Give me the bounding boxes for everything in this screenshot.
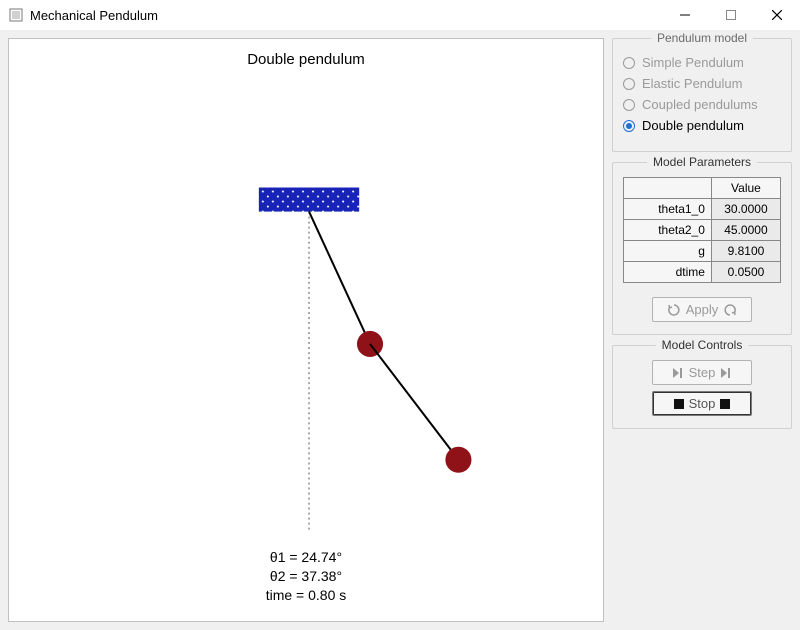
readout-time: time = 0.80 s (9, 586, 603, 605)
refresh-icon (723, 303, 737, 317)
close-button[interactable] (754, 0, 800, 30)
radio-label: Simple Pendulum (642, 55, 744, 70)
param-value[interactable]: 9.8100 (711, 241, 780, 262)
table-row: theta1_0 30.0000 (624, 199, 781, 220)
radio-label: Coupled pendulums (642, 97, 758, 112)
stop-button[interactable]: Stop (652, 391, 752, 416)
step-forward-icon (720, 367, 732, 379)
radio-double-pendulum[interactable]: Double pendulum (623, 118, 781, 133)
table-corner (624, 178, 712, 199)
model-group-legend: Pendulum model (651, 31, 753, 45)
parameters-group: Model Parameters Value theta1_0 30.0000 … (612, 162, 792, 335)
radio-label: Double pendulum (642, 118, 744, 133)
radio-icon (623, 120, 635, 132)
stop-icon (674, 399, 684, 409)
controls-group: Model Controls Step Stop (612, 345, 792, 429)
radio-icon (623, 57, 635, 69)
param-value[interactable]: 45.0000 (711, 220, 780, 241)
radio-icon (623, 78, 635, 90)
window-title: Mechanical Pendulum (30, 8, 158, 23)
parameters-table: Value theta1_0 30.0000 theta2_0 45.0000 … (623, 177, 781, 283)
table-header-value: Value (711, 178, 780, 199)
apply-button[interactable]: Apply (652, 297, 752, 322)
model-group: Pendulum model Simple Pendulum Elastic P… (612, 38, 792, 152)
maximize-button[interactable] (708, 0, 754, 30)
apply-label: Apply (686, 302, 719, 317)
parameters-legend: Model Parameters (647, 155, 757, 169)
titlebar: Mechanical Pendulum (0, 0, 800, 30)
radio-icon (623, 99, 635, 111)
param-value[interactable]: 30.0000 (711, 199, 780, 220)
radio-elastic-pendulum[interactable]: Elastic Pendulum (623, 76, 781, 91)
canvas-title: Double pendulum (9, 51, 603, 68)
refresh-icon (667, 303, 681, 317)
readout: θ1 = 24.74° θ2 = 37.38° time = 0.80 s (9, 548, 603, 605)
param-name: theta2_0 (624, 220, 712, 241)
bob-2 (445, 447, 471, 473)
table-row: g 9.8100 (624, 241, 781, 262)
radio-coupled-pendulums[interactable]: Coupled pendulums (623, 97, 781, 112)
app-icon (8, 7, 24, 23)
radio-label: Elastic Pendulum (642, 76, 742, 91)
simulation-canvas: Double pendulum θ1 = 24.74° (8, 38, 604, 622)
minimize-button[interactable] (662, 0, 708, 30)
table-row: theta2_0 45.0000 (624, 220, 781, 241)
param-value[interactable]: 0.0500 (711, 262, 780, 283)
controls-legend: Model Controls (656, 338, 749, 352)
anchor-block (259, 188, 359, 212)
param-name: theta1_0 (624, 199, 712, 220)
step-button[interactable]: Step (652, 360, 752, 385)
step-forward-icon (672, 367, 684, 379)
param-name: dtime (624, 262, 712, 283)
param-name: g (624, 241, 712, 262)
radio-simple-pendulum[interactable]: Simple Pendulum (623, 55, 781, 70)
step-label: Step (689, 365, 716, 380)
pendulum-drawing (9, 39, 603, 621)
readout-theta2: θ2 = 37.38° (9, 567, 603, 586)
stop-icon (720, 399, 730, 409)
rod-2 (370, 344, 458, 460)
rod-1 (309, 212, 370, 344)
readout-theta1: θ1 = 24.74° (9, 548, 603, 567)
stop-label: Stop (689, 396, 716, 411)
table-row: dtime 0.0500 (624, 262, 781, 283)
